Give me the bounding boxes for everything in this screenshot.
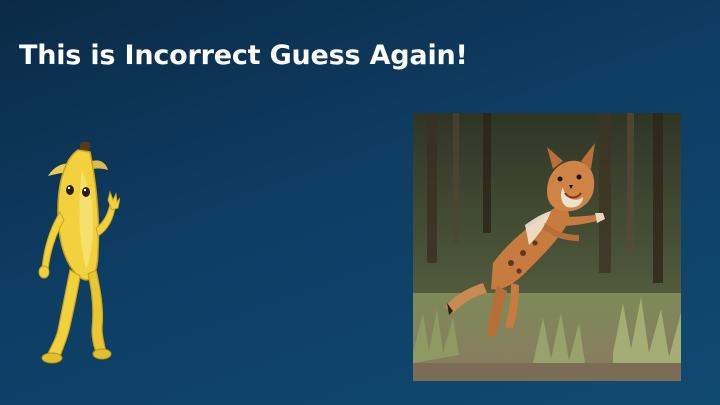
banana-character-icon	[38, 142, 121, 364]
slide-title: This is Incorrect Guess Again!	[19, 40, 468, 71]
wild-cat-photo-icon	[413, 113, 681, 381]
banana-character-image	[34, 140, 121, 366]
wild-cat-photo	[413, 113, 681, 381]
slide: This is Incorrect Guess Again!	[0, 0, 720, 405]
